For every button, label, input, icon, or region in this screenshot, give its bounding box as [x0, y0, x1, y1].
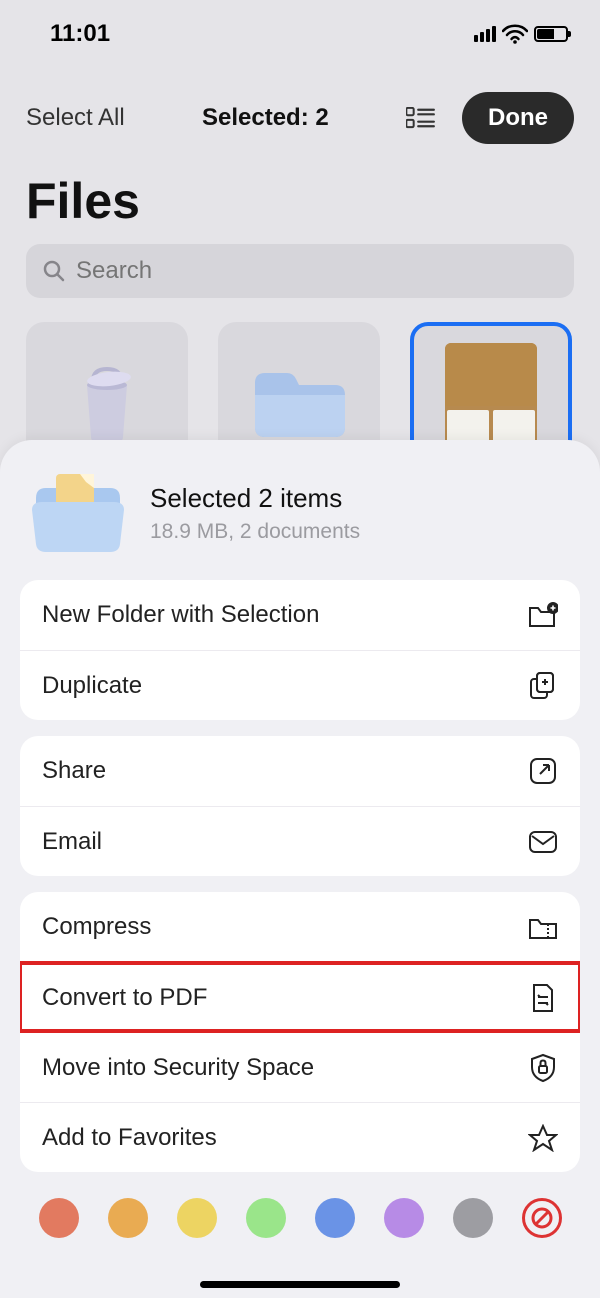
menu-email[interactable]: Email: [20, 806, 580, 876]
menu-label: Compress: [42, 913, 151, 941]
duplicate-icon: [528, 671, 558, 701]
trash-icon: [71, 363, 143, 443]
color-tag-green[interactable]: [246, 1198, 286, 1238]
menu-new-folder[interactable]: New Folder with Selection: [20, 580, 580, 650]
sheet-subtitle: 18.9 MB, 2 documents: [150, 520, 360, 544]
menu-duplicate[interactable]: Duplicate: [20, 650, 580, 720]
color-tag-gray[interactable]: [453, 1198, 493, 1238]
convert-pdf-icon: [528, 983, 558, 1013]
menu-label: New Folder with Selection: [42, 601, 319, 629]
color-tag-row: [20, 1188, 580, 1258]
status-time: 11:01: [50, 20, 110, 48]
battery-icon: [534, 26, 568, 42]
menu-group-1: New Folder with Selection Duplicate: [20, 580, 580, 720]
menu-compress[interactable]: Compress: [20, 892, 580, 962]
menu-label: Add to Favorites: [42, 1124, 217, 1152]
home-indicator[interactable]: [200, 1281, 400, 1288]
sheet-header: Selected 2 items 18.9 MB, 2 documents: [20, 464, 580, 580]
menu-label: Duplicate: [42, 672, 142, 700]
new-folder-icon: [528, 600, 558, 630]
menu-label: Email: [42, 828, 102, 856]
color-tag-clear[interactable]: [522, 1198, 562, 1238]
cellular-icon: [474, 26, 496, 42]
security-icon: [528, 1053, 558, 1083]
action-sheet: Selected 2 items 18.9 MB, 2 documents Ne…: [0, 440, 600, 1298]
menu-convert-pdf[interactable]: Convert to PDF: [20, 962, 580, 1032]
view-toggle-icon[interactable]: [406, 107, 436, 129]
search-icon: [42, 259, 66, 283]
color-tag-red[interactable]: [39, 1198, 79, 1238]
menu-label: Convert to PDF: [42, 984, 207, 1012]
menu-label: Share: [42, 757, 106, 785]
wifi-icon: [502, 24, 528, 44]
menu-share[interactable]: Share: [20, 736, 580, 806]
sheet-folder-icon: [28, 470, 128, 556]
menu-label: Move into Security Space: [42, 1054, 314, 1082]
color-tag-yellow[interactable]: [177, 1198, 217, 1238]
star-icon: [528, 1123, 558, 1153]
menu-group-2: Share Email: [20, 736, 580, 876]
folder-icon: [249, 365, 349, 441]
status-bar: 11:01: [0, 0, 600, 68]
email-icon: [528, 827, 558, 857]
sheet-title: Selected 2 items: [150, 483, 360, 514]
menu-move-security[interactable]: Move into Security Space: [20, 1032, 580, 1102]
color-tag-orange[interactable]: [108, 1198, 148, 1238]
selected-count: Selected: 2: [202, 104, 329, 132]
nav-row: Select All Selected: 2 Done: [0, 68, 600, 158]
compress-icon: [528, 912, 558, 942]
menu-favorites[interactable]: Add to Favorites: [20, 1102, 580, 1172]
done-button[interactable]: Done: [462, 92, 574, 144]
select-all-button[interactable]: Select All: [26, 104, 125, 132]
color-tag-blue[interactable]: [315, 1198, 355, 1238]
search-input[interactable]: [76, 257, 558, 285]
share-icon: [528, 756, 558, 786]
menu-group-3: Compress Convert to PDF Move into Securi…: [20, 892, 580, 1172]
search-field[interactable]: [26, 244, 574, 298]
color-tag-purple[interactable]: [384, 1198, 424, 1238]
status-icons: [474, 24, 568, 44]
page-title: Files: [0, 158, 600, 244]
